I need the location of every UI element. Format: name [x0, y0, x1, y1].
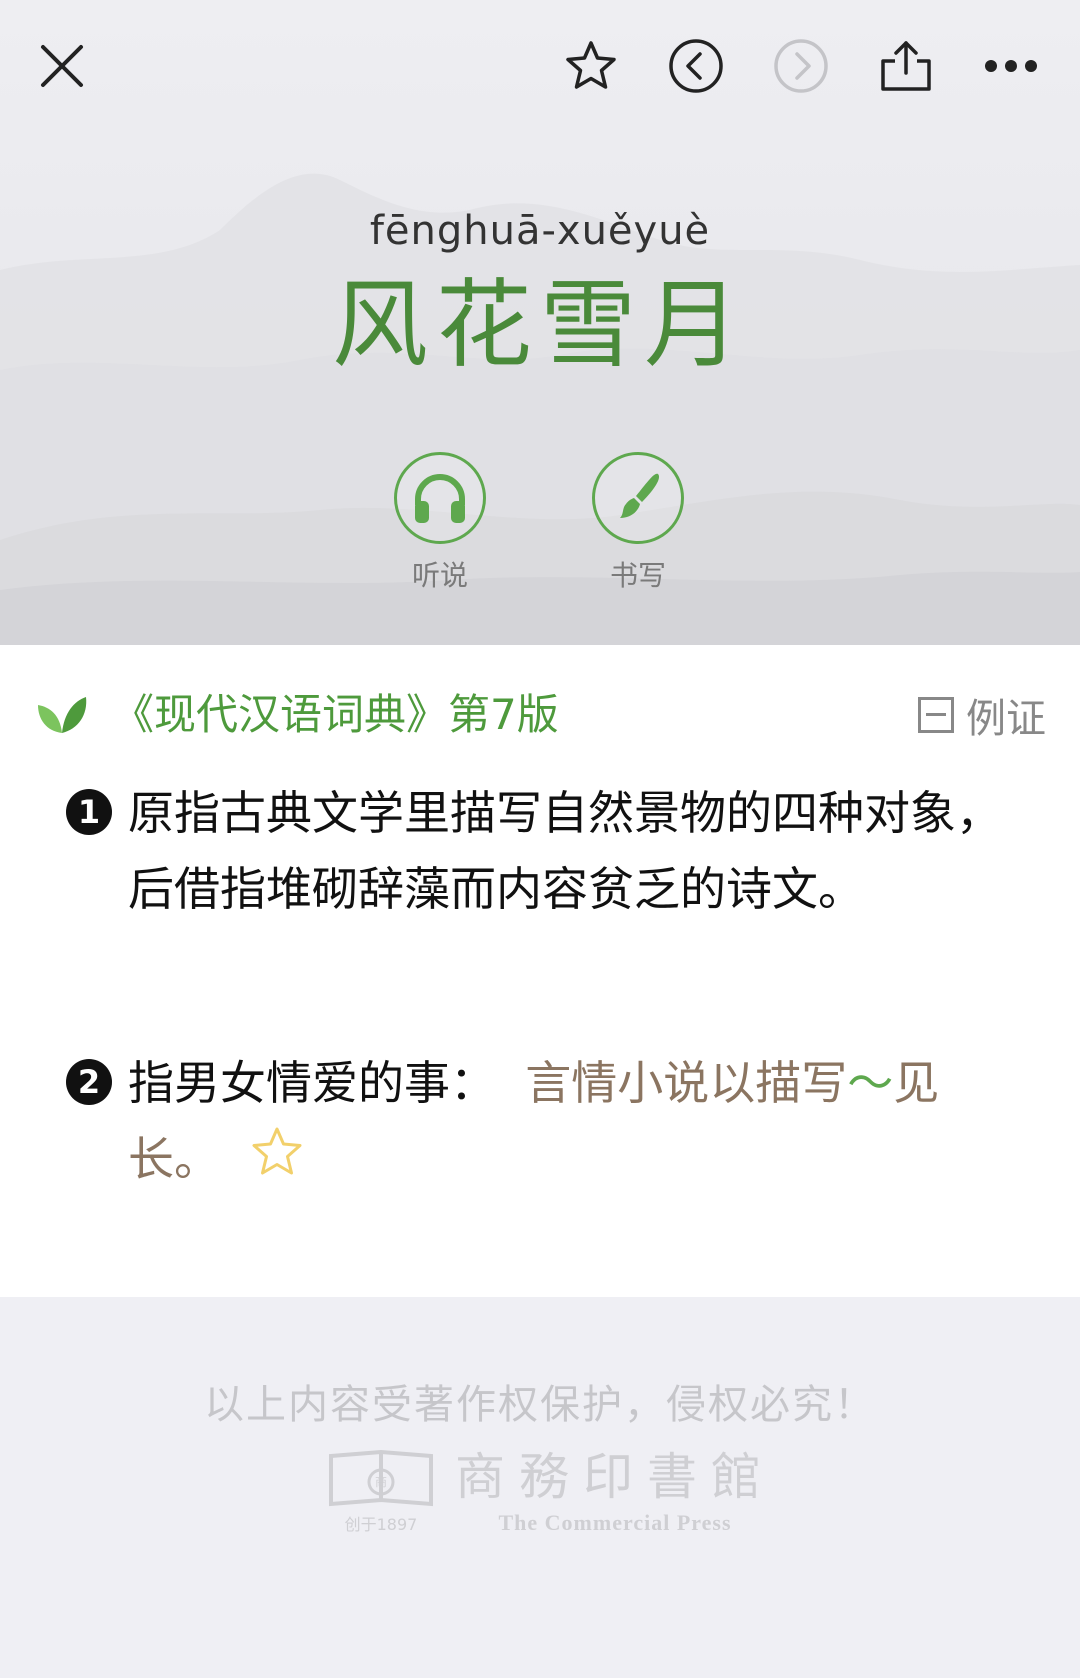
definition-text-block: 指男女情爱的事： 言情小说以描写～见长。 [128, 1045, 1006, 1201]
leaf-icon [38, 697, 87, 733]
listen-circle [394, 452, 486, 544]
examples-toggle[interactable]: 例证 [918, 685, 1046, 745]
svg-text:商: 商 [375, 1474, 387, 1489]
write-button[interactable]: 书写 [588, 452, 688, 594]
source-row: 《现代汉语词典》第7版 例证 [36, 685, 1046, 745]
write-circle [592, 452, 684, 544]
favorite-button[interactable] [553, 28, 629, 104]
favorite-example-button[interactable] [250, 1125, 304, 1201]
commercial-press-logo: 商 创于1897 商務印書館 The Commercial Press [329, 1448, 775, 1535]
definition-text: 原指古典文学里描写自然景物的四种对象，后借指堆砌辞藻而内容贫乏的诗文。 [128, 786, 1002, 916]
publisher-name-en: The Commercial Press [498, 1510, 731, 1535]
more-button[interactable] [973, 28, 1049, 104]
definition-item: 2 指男女情爱的事： 言情小说以描写～见长。 [66, 1045, 1006, 1201]
chevron-left-circle-icon [669, 39, 723, 93]
headword: 风花雪月 [332, 269, 748, 381]
forward-button[interactable] [763, 28, 839, 104]
definition-item: 1 原指古典文学里描写自然景物的四种对象，后借指堆砌辞藻而内容贫乏的诗文。 [66, 775, 1006, 927]
share-button[interactable] [868, 28, 944, 104]
publisher-name-cn: 商務印書館 [455, 1448, 775, 1506]
founded-text: 创于1897 [345, 1515, 418, 1534]
mountain-background [0, 173, 1080, 645]
definition-text: 指男女情爱的事： [128, 1056, 496, 1110]
close-button[interactable] [24, 28, 100, 104]
share-icon [881, 41, 931, 91]
entry-header: fēnghuā-xuěyuè 风花雪月 听说 书写 [0, 0, 1080, 645]
pinyin: fēnghuā-xuěyuè [369, 208, 711, 254]
example-headword-placeholder: ～ [847, 1056, 894, 1110]
listen-label: 听说 [411, 559, 468, 592]
back-button[interactable] [658, 28, 734, 104]
definition-number: 2 [66, 1059, 112, 1105]
close-icon [41, 45, 83, 87]
copyright-notice: 以上内容受著作权保护，侵权必究！ [204, 1382, 876, 1428]
write-label: 书写 [609, 559, 666, 592]
examples-label: 例证 [966, 696, 1046, 742]
brush-icon [620, 473, 660, 518]
collapse-box-icon [918, 697, 954, 733]
dictionary-source-title: 《现代汉语词典》第7版 [112, 690, 559, 739]
star-outline-icon [566, 41, 616, 89]
chevron-right-circle-icon [774, 39, 828, 93]
listen-button[interactable]: 听说 [390, 452, 490, 594]
more-dots-icon [985, 60, 1037, 72]
definition-card: 《现代汉语词典》第7版 例证 1 原指古典文学里描写自然景物的四种对象，后借指堆… [0, 645, 1080, 1297]
headphones-icon [415, 474, 465, 523]
example-sentence-start: 言情小说以描写 [525, 1056, 848, 1110]
top-toolbar [0, 20, 1080, 110]
star-outline-icon [252, 1127, 302, 1174]
definition-number: 1 [66, 789, 112, 835]
